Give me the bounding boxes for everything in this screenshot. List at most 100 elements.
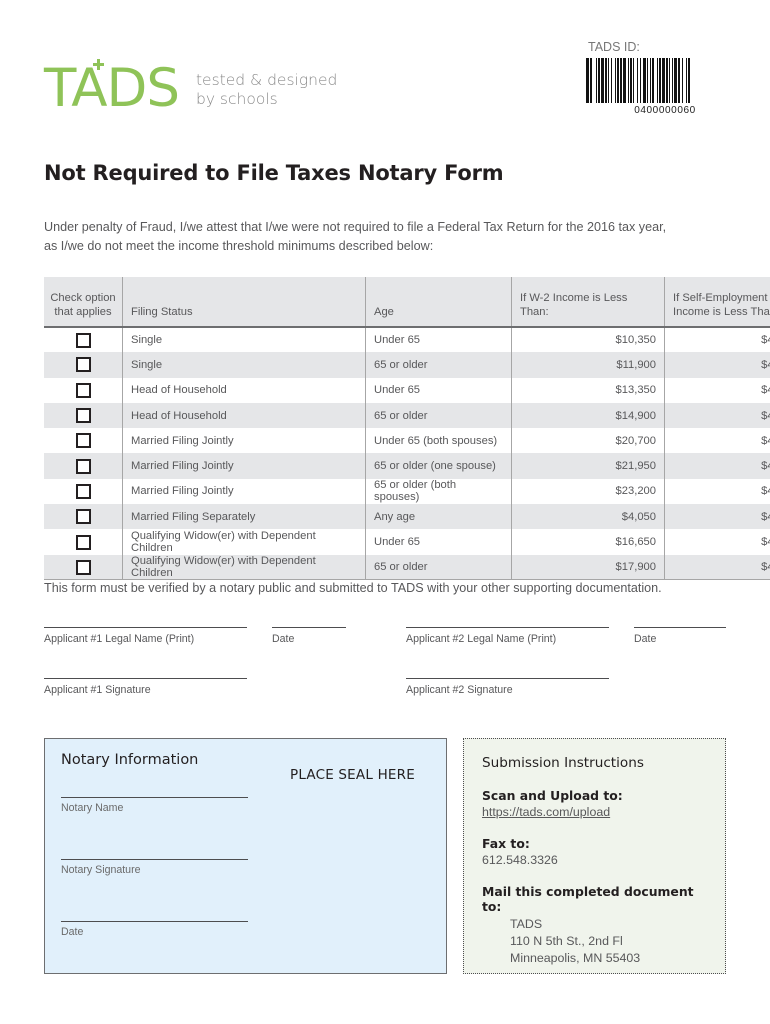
cell-self-employment-income: $400 <box>761 485 770 498</box>
applicant2-name-line[interactable] <box>406 627 609 628</box>
row-checkbox-cell[interactable] <box>44 352 123 378</box>
submission-instructions-box: Submission Instructions Scan and Upload … <box>463 738 726 974</box>
column-header-check-option: Check option that applies <box>44 277 123 327</box>
checkbox[interactable] <box>75 357 91 373</box>
intro-line-2: as I/we do not meet the income threshold… <box>44 239 434 253</box>
checkbox[interactable] <box>75 408 91 424</box>
column-header-w2-income: If W-2 Income is Less Than: <box>511 277 665 327</box>
checkbox[interactable] <box>75 559 91 575</box>
notary-name-label: Notary Name <box>61 802 124 814</box>
applicant2-date-line[interactable] <box>634 627 726 628</box>
applicant2-signature-line[interactable] <box>406 678 609 679</box>
table-body: SingleUnder 65$10,350$400Single65 or old… <box>44 327 770 581</box>
cell-w2-income: $10,350 <box>511 327 665 353</box>
table-header: Check option that applies Filing Status … <box>44 277 770 327</box>
cell-w2-income: $14,900 <box>511 402 665 429</box>
cell-age: 65 or older <box>365 402 512 429</box>
notary-date-line[interactable] <box>61 921 248 922</box>
checkbox[interactable] <box>75 483 91 499</box>
logo-wordmark: TADS <box>44 59 180 115</box>
row-checkbox-cell[interactable] <box>44 402 123 429</box>
applicant2-date-label: Date <box>634 633 657 645</box>
checkbox[interactable] <box>75 382 91 398</box>
cell-age: Under 65 <box>365 327 512 353</box>
row-checkbox-cell[interactable] <box>44 428 123 454</box>
verification-note: This form must be verified by a notary p… <box>44 581 662 595</box>
mail-line-1: TADS <box>510 917 543 931</box>
tads-id-label: TADS ID: <box>588 40 640 54</box>
cell-filing-status: Married Filing Jointly <box>122 453 366 479</box>
cell-filing-status: Married Filing Jointly <box>122 428 366 454</box>
submission-box-title: Submission Instructions <box>482 755 644 771</box>
row-checkbox-cell[interactable] <box>44 554 123 581</box>
notary-signature-label: Notary Signature <box>61 864 141 876</box>
row-checkbox-cell[interactable] <box>44 478 123 505</box>
applicant1-name-line[interactable] <box>44 627 247 628</box>
intro-line-1: Under penalty of Fraud, I/we attest that… <box>44 220 667 234</box>
place-seal-here-label: PLACE SEAL HERE <box>290 767 415 783</box>
cell-filing-status: Head of Household <box>122 377 366 403</box>
cell-self-employment-income: $400 <box>664 352 770 378</box>
row-checkbox-cell[interactable] <box>44 327 123 353</box>
cell-w2-income: $23,200 <box>511 478 665 505</box>
se-header-line-2: Income is Less Than: <box>673 306 770 318</box>
tads-id-block: TADS ID: 0400000060 <box>586 40 744 116</box>
table-row: Married Filing Jointly 65 or older (one s… <box>44 453 770 479</box>
notary-signature-line[interactable] <box>61 859 248 860</box>
checkbox[interactable] <box>75 433 91 449</box>
cell-w2-income: $21,950 <box>511 453 665 479</box>
checkbox[interactable] <box>75 509 91 525</box>
notary-box-title: Notary Information <box>61 752 199 768</box>
cell-w2-income: $17,900 <box>511 554 665 581</box>
checkbox[interactable] <box>75 534 91 550</box>
column-header-filing-status: Filing Status <box>122 277 366 327</box>
cell-age: Under 65 <box>365 377 512 403</box>
cell-age: 65 or older <box>365 352 512 378</box>
checkbox[interactable] <box>75 332 91 348</box>
mailing-address: TADS 110 N 5th St., 2nd Fl Minneapolis, … <box>510 916 707 967</box>
row-checkbox-cell[interactable] <box>44 377 123 403</box>
applicant1-signature-line[interactable] <box>44 678 247 679</box>
cell-self-employment-income: $400 <box>664 554 770 581</box>
row-checkbox-cell[interactable] <box>44 529 123 555</box>
tads-logo: TADS tested & designed by schools <box>44 59 337 115</box>
column-header-self-employment-income: If Self-Employment Income is Less Than: <box>664 277 770 327</box>
cell-w2-income: $20,700 <box>511 428 665 454</box>
notary-information-box: Notary Information PLACE SEAL HERE Notar… <box>44 738 447 974</box>
cell-filing-status: Single <box>122 327 366 353</box>
income-threshold-table: Check option that applies Filing Status … <box>44 277 770 581</box>
applicant2-name-label: Applicant #2 Legal Name (Print) <box>406 633 557 645</box>
applicant1-date-line[interactable] <box>272 627 346 628</box>
table-row: Married Filing Jointly 65 or older (both … <box>44 478 770 505</box>
cell-self-employment-income: $400 <box>761 384 770 397</box>
cell-age: 65 or older <box>365 554 512 581</box>
barcode-number: 0400000060 <box>634 105 696 116</box>
upload-url-link[interactable]: https://tads.com/upload <box>482 805 707 819</box>
cell-self-employment-income: $400 <box>664 504 770 530</box>
plus-icon <box>93 59 104 70</box>
mail-line-2: 110 N 5th St., 2nd Fl <box>510 934 623 948</box>
fax-heading: Fax to: <box>482 836 530 851</box>
cell-filing-status: Married Filing Jointly <box>122 478 366 505</box>
cell-filing-status: Single <box>122 352 366 378</box>
tagline-line-1: tested & designed <box>195 71 338 89</box>
notary-date-label: Date <box>61 926 84 938</box>
notary-name-line[interactable] <box>61 797 248 798</box>
page-title: Not Required to File Taxes Notary Form <box>44 161 504 185</box>
logo-tagline: tested & designed by schools <box>196 71 337 109</box>
fax-number: 612.548.3326 <box>482 853 558 867</box>
applicant1-date-label: Date <box>272 633 295 645</box>
cell-w2-income: $4,050 <box>511 504 665 530</box>
mail-line-3: Minneapolis, MN 55403 <box>510 951 641 965</box>
mail-heading: Mail this completed document to: <box>482 884 694 914</box>
applicant1-name-label: Applicant #1 Legal Name (Print) <box>44 633 195 645</box>
cell-age: 65 or older (one spouse) <box>365 453 512 479</box>
row-checkbox-cell[interactable] <box>44 453 123 479</box>
logo-text: TADS <box>44 58 180 119</box>
checkbox[interactable] <box>75 458 91 474</box>
scan-upload-heading: Scan and Upload to: <box>482 788 623 803</box>
table-row: SingleUnder 65$10,350 $400 <box>44 327 770 353</box>
intro-paragraph: Under penalty of Fraud, I/we attest that… <box>44 218 684 256</box>
check-header-line-2: that applies <box>54 306 112 318</box>
row-checkbox-cell[interactable] <box>44 504 123 530</box>
